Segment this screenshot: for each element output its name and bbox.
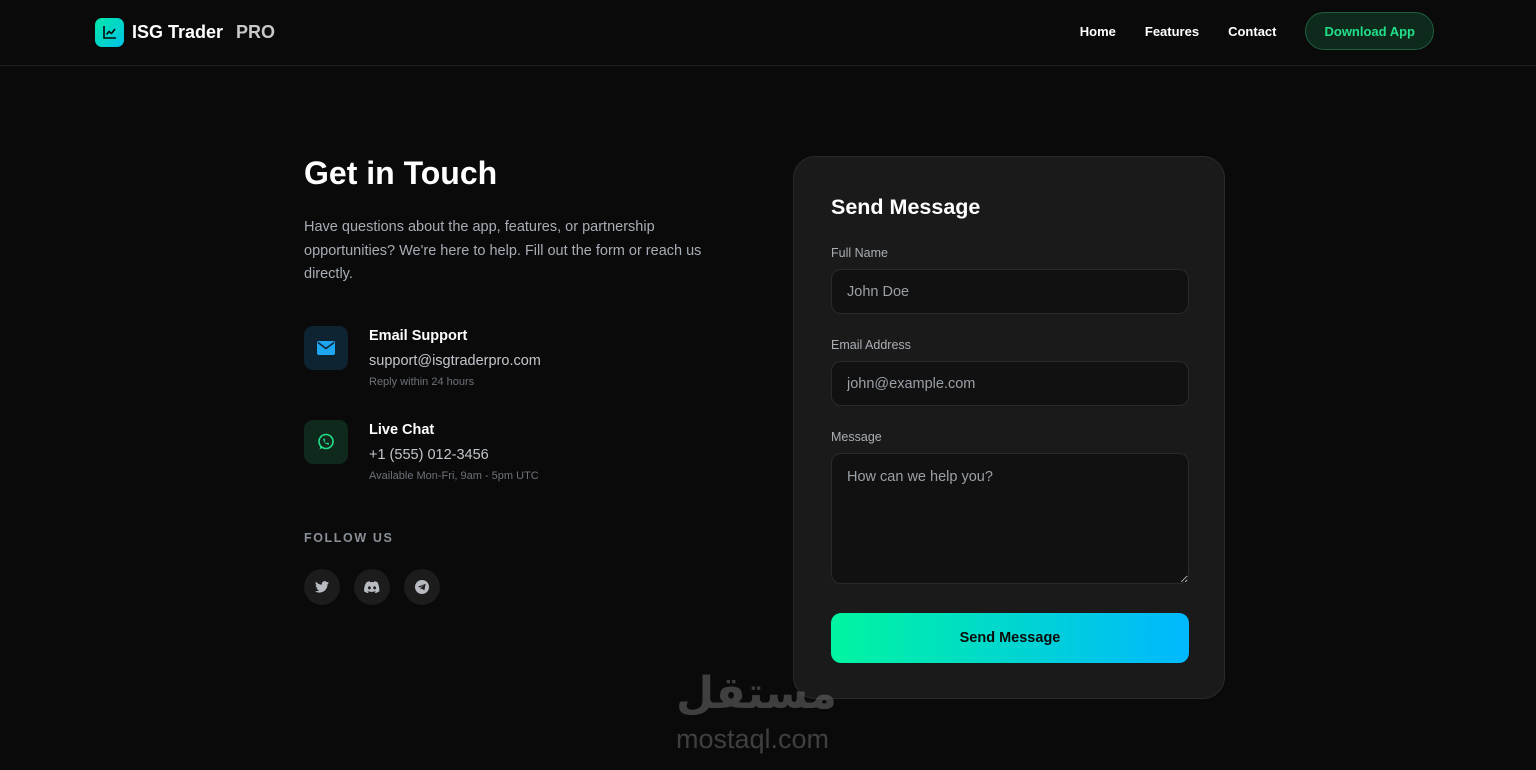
whatsapp-icon bbox=[304, 420, 348, 464]
email-address-label: Email Address bbox=[831, 338, 911, 352]
send-message-card: Send Message Full Name Email Address Mes… bbox=[793, 156, 1225, 699]
phone-number[interactable]: +1 (555) 012-3456 bbox=[369, 447, 489, 463]
nav-link-home[interactable]: Home bbox=[1080, 24, 1116, 39]
intro-text: Have questions about the app, features, … bbox=[304, 219, 702, 282]
contact-item-note: Available Mon-Fri, 9am - 5pm UTC bbox=[369, 470, 539, 482]
page-title: Get in Touch bbox=[304, 155, 498, 191]
message-label: Message bbox=[831, 430, 882, 444]
email-address-input[interactable] bbox=[831, 361, 1189, 406]
brand-name: ISG Trader bbox=[132, 21, 224, 42]
watermark-arabic: مستقل bbox=[676, 668, 837, 719]
email-address[interactable]: support@isgtraderpro.com bbox=[369, 353, 541, 369]
watermark-latin: mostaql.com bbox=[676, 724, 830, 754]
full-name-label: Full Name bbox=[831, 246, 888, 260]
contact-item-title: Email Support bbox=[369, 328, 468, 344]
top-navbar: ISG Trader PRO Home Features Contact Dow… bbox=[0, 0, 1536, 66]
mostaql-watermark: مستقل mostaql.com bbox=[670, 668, 870, 758]
twitter-icon[interactable] bbox=[304, 569, 340, 605]
telegram-icon[interactable] bbox=[404, 569, 440, 605]
contact-item-email: Email Support support@isgtraderpro.com R… bbox=[304, 326, 744, 390]
nav-links: Home Features Contact Download App bbox=[1080, 12, 1434, 50]
message-textarea[interactable] bbox=[831, 453, 1189, 584]
follow-us-label: FOLLOW US bbox=[304, 531, 394, 545]
form-title: Send Message bbox=[831, 195, 981, 219]
contact-item-live-chat: Live Chat +1 (555) 012-3456 Available Mo… bbox=[304, 420, 744, 484]
contact-item-title: Live Chat bbox=[369, 422, 435, 438]
envelope-icon bbox=[304, 326, 348, 370]
brand-suffix: PRO bbox=[236, 21, 276, 42]
full-name-input[interactable] bbox=[831, 269, 1189, 314]
chart-line-icon bbox=[95, 17, 124, 47]
download-app-button[interactable]: Download App bbox=[1305, 12, 1434, 50]
nav-link-contact[interactable]: Contact bbox=[1228, 24, 1276, 39]
discord-icon[interactable] bbox=[354, 569, 390, 605]
social-links bbox=[304, 569, 440, 605]
send-message-button[interactable]: Send Message bbox=[831, 613, 1189, 663]
nav-link-features[interactable]: Features bbox=[1145, 24, 1199, 39]
contact-info-section: Get in Touch Have questions about the ap… bbox=[304, 150, 744, 605]
contact-item-note: Reply within 24 hours bbox=[369, 376, 475, 388]
brand[interactable]: ISG Trader PRO bbox=[95, 17, 275, 47]
